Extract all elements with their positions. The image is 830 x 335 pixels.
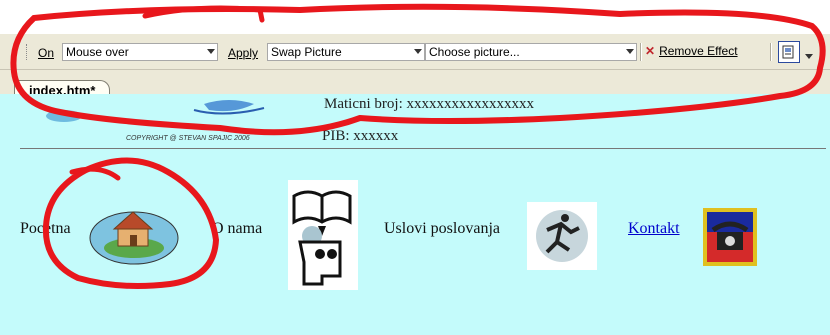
toolbar-separator: [770, 43, 772, 61]
remove-effect-label: Remove Effect: [659, 44, 738, 58]
on-label: On: [38, 46, 55, 60]
apply-label: Apply: [228, 46, 259, 60]
pib-text: PIB: xxxxxx: [322, 128, 399, 144]
picture-select[interactable]: Choose picture...: [425, 43, 637, 61]
house-icon[interactable]: [88, 204, 180, 266]
nav-pocetna[interactable]: Pocetna: [20, 220, 71, 238]
nav-uslovi-poslovanja[interactable]: Uslovi poslovanja: [384, 220, 500, 238]
maticni-broj-text: Maticni broj: xxxxxxxxxxxxxxxxx: [324, 96, 534, 112]
top-strip: [0, 0, 830, 34]
nav-kontakt-link[interactable]: Kontakt: [628, 220, 680, 238]
toolbar-grip[interactable]: [26, 44, 29, 60]
chevron-down-icon: [207, 49, 215, 54]
event-select-value: Mouse over: [66, 45, 129, 59]
runner-icon[interactable]: [527, 202, 597, 270]
copyright-text: COPYRIGHT @ STEVAN SPAJIC 2006: [126, 135, 250, 142]
horizontal-rule: [20, 148, 826, 149]
toolbar-separator: [640, 43, 642, 61]
effect-select[interactable]: Swap Picture: [267, 43, 425, 61]
remove-effect-button[interactable]: ✕ Remove Effect: [645, 44, 738, 58]
picture-select-value: Choose picture...: [429, 45, 520, 59]
document-tab-bar: [0, 70, 830, 94]
book-head-icon[interactable]: [288, 180, 358, 290]
view-button[interactable]: [778, 41, 800, 63]
remove-effect-icon: ✕: [645, 44, 656, 58]
view-button-icon: [782, 45, 794, 59]
chevron-down-icon: [626, 49, 634, 54]
behaviors-toolbar: On Mouse over Apply Swap Picture Choose …: [0, 34, 830, 70]
telephone-icon[interactable]: [703, 208, 757, 266]
event-select[interactable]: Mouse over: [62, 43, 218, 61]
nav-o-nama[interactable]: O nama: [212, 220, 262, 238]
chevron-down-icon[interactable]: [805, 54, 813, 59]
effect-select-value: Swap Picture: [271, 45, 342, 59]
chevron-down-icon: [414, 49, 422, 54]
logo-image: [46, 100, 265, 122]
